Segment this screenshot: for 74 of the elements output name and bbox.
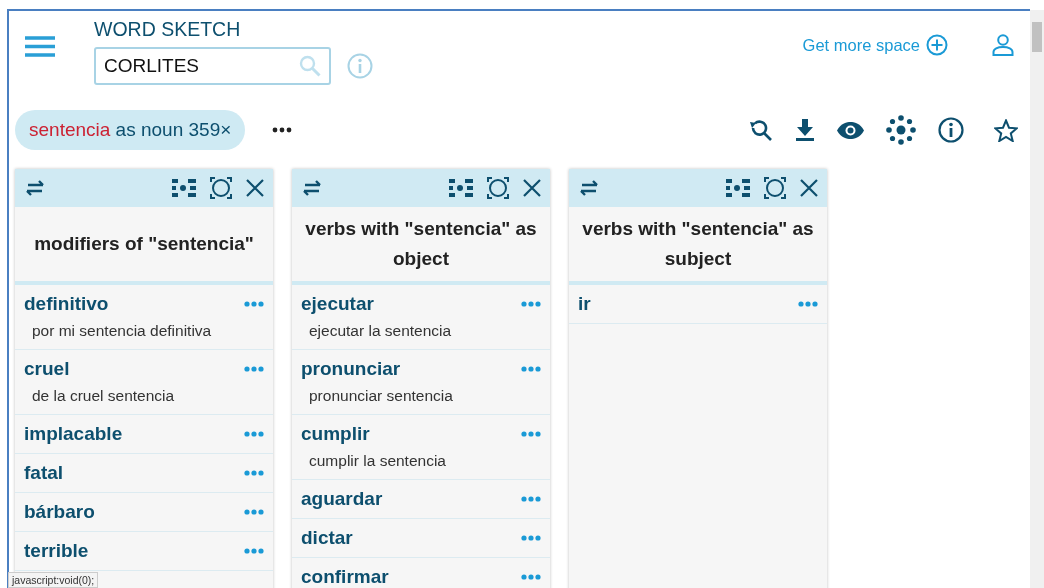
- collocation-row[interactable]: confirmar: [292, 558, 550, 588]
- zoom-reset-icon[interactable]: [749, 118, 773, 142]
- swap-arrows-icon[interactable]: [301, 180, 323, 196]
- close-icon[interactable]: [523, 179, 541, 197]
- eye-icon[interactable]: [837, 121, 864, 139]
- collocate-word[interactable]: cruel: [24, 358, 70, 380]
- focus-icon[interactable]: [764, 177, 786, 199]
- collocate-word[interactable]: bárbaro: [24, 501, 95, 523]
- plus-circle-icon[interactable]: [926, 34, 948, 56]
- collocation-row[interactable]: definitivo por mi sentencia definitiva: [15, 285, 273, 350]
- more-icon[interactable]: [244, 431, 264, 437]
- collocation-row[interactable]: bárbaro: [15, 493, 273, 532]
- more-icon[interactable]: [798, 301, 818, 307]
- star-icon[interactable]: [994, 118, 1018, 142]
- collocation-row[interactable]: fatal: [15, 454, 273, 493]
- column-title: modifiers of "sentencia": [15, 207, 273, 285]
- scrollbar[interactable]: [1030, 10, 1044, 588]
- menu-icon[interactable]: [25, 36, 55, 57]
- collocate-word[interactable]: fatal: [24, 462, 64, 484]
- example-sentence[interactable]: de la cruel sentencia: [24, 380, 264, 406]
- example-sentence[interactable]: por mi sentencia definitiva: [24, 315, 264, 341]
- collocate-word[interactable]: ir: [578, 293, 591, 315]
- search-field[interactable]: CORLITES: [94, 47, 331, 85]
- collocation-row[interactable]: pronunciar pronunciar sentencia: [292, 350, 550, 415]
- more-icon[interactable]: [244, 548, 264, 554]
- collocate-word[interactable]: definitivo: [24, 293, 109, 315]
- query-chip[interactable]: sentencia as noun 359×: [15, 110, 246, 150]
- swap-arrows-icon[interactable]: [24, 180, 46, 196]
- more-icon[interactable]: [521, 366, 541, 372]
- info-icon[interactable]: [938, 117, 964, 143]
- collocate-word[interactable]: aguardar: [301, 488, 383, 510]
- collocation-row[interactable]: dictar: [292, 519, 550, 558]
- close-icon[interactable]: [246, 179, 264, 197]
- dots-circle-icon[interactable]: [886, 115, 916, 145]
- more-icon[interactable]: [521, 496, 541, 502]
- collocation-row[interactable]: cruel de la cruel sentencia: [15, 350, 273, 415]
- collocation-row[interactable]: cumplir cumplir la sentencia: [292, 415, 550, 480]
- focus-icon[interactable]: [210, 177, 232, 199]
- focus-icon[interactable]: [487, 177, 509, 199]
- more-options-icon[interactable]: [272, 127, 293, 133]
- swap-arrows-icon[interactable]: [578, 180, 600, 196]
- list-icon[interactable]: [172, 179, 196, 197]
- download-icon[interactable]: [795, 119, 815, 141]
- more-icon[interactable]: [244, 301, 264, 307]
- collocation-row[interactable]: implacable: [15, 415, 273, 454]
- column-title: verbs with "sentencia" as object: [292, 207, 550, 285]
- collocation-row[interactable]: ir: [569, 285, 827, 324]
- user-icon[interactable]: [992, 34, 1014, 56]
- example-sentence[interactable]: cumplir la sentencia: [301, 445, 541, 471]
- more-icon[interactable]: [244, 470, 264, 476]
- collocate-word[interactable]: dictar: [301, 527, 353, 549]
- collocate-word[interactable]: cumplir: [301, 423, 370, 445]
- column-title: verbs with "sentencia" as subject: [569, 207, 827, 285]
- collocate-word[interactable]: confirmar: [301, 566, 389, 588]
- more-icon[interactable]: [521, 535, 541, 541]
- collocate-word[interactable]: terrible: [24, 540, 89, 562]
- more-icon[interactable]: [521, 431, 541, 437]
- collocation-row[interactable]: terrible: [15, 532, 273, 571]
- status-bar-url: javascript:void(0);: [8, 572, 99, 588]
- example-sentence[interactable]: ejecutar la sentencia: [301, 315, 541, 341]
- collocation-row[interactable]: ejecutar ejecutar la sentencia: [292, 285, 550, 350]
- list-icon[interactable]: [449, 179, 473, 197]
- more-icon[interactable]: [244, 509, 264, 515]
- more-icon[interactable]: [521, 301, 541, 307]
- more-icon[interactable]: [244, 366, 264, 372]
- collocation-row[interactable]: aguardar: [292, 480, 550, 519]
- app-title: WORD SKETCH: [94, 18, 242, 40]
- close-icon[interactable]: [800, 179, 818, 197]
- example-sentence[interactable]: pronunciar sentencia: [301, 380, 541, 406]
- list-icon[interactable]: [726, 179, 750, 197]
- collocate-word[interactable]: ejecutar: [301, 293, 374, 315]
- more-icon[interactable]: [521, 574, 541, 580]
- collocate-word[interactable]: pronunciar: [301, 358, 401, 380]
- collocate-word[interactable]: implacable: [24, 423, 123, 445]
